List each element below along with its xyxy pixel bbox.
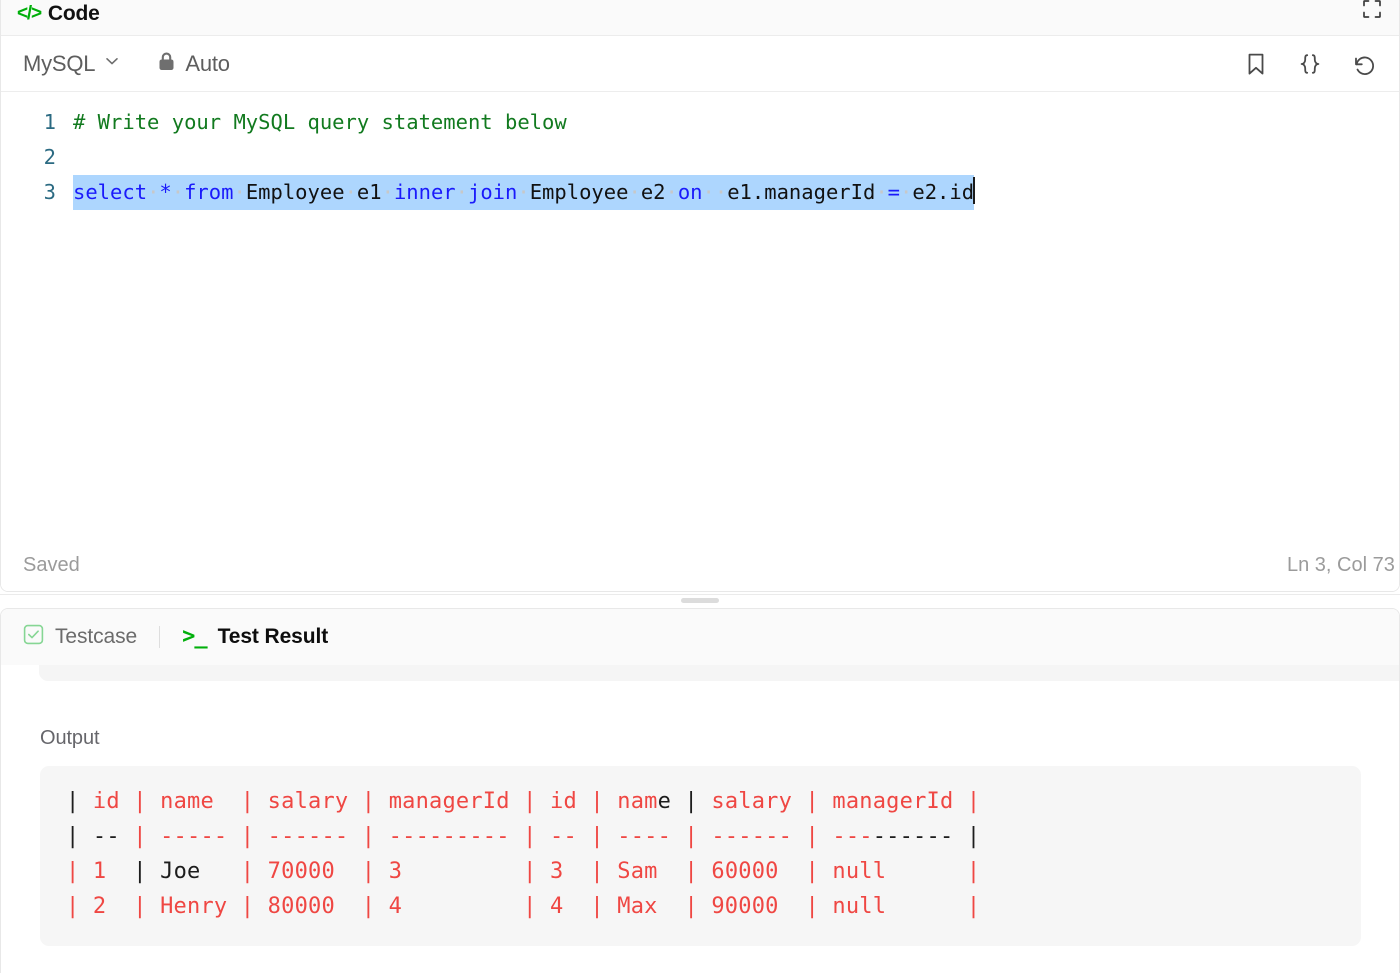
separator-dashes: | ----- | ------ | --------- | -- | ----… (119, 824, 873, 849)
drag-handle[interactable] (681, 597, 719, 603)
space-dot: · (875, 180, 888, 204)
tab-test-result-label: Test Result (217, 625, 329, 648)
space-dot: · (381, 180, 394, 204)
sql-table-employee: Employee (245, 180, 345, 204)
lock-icon (157, 51, 176, 77)
sql-keyword-from: from (184, 180, 234, 204)
output-header-row: | id | name | salary | managerId | id | … (66, 784, 1335, 819)
output-header-text-2 (671, 789, 684, 814)
line-number: 3 (43, 180, 56, 204)
selected-code-text: select·*·from·Employee·e1·inner·join·Emp… (73, 175, 975, 210)
row-2-text: | 2 | Henry | 80000 | 4 | 4 | Max | 9000… (66, 894, 981, 919)
output-header-text: id | name | salary | managerId | id | na… (79, 789, 658, 814)
output-result-card: | id | name | salary | managerId | id | … (40, 766, 1361, 946)
cell-rest: | 70000 | 3 | 3 | Sam | 60000 | null | (240, 859, 981, 884)
check-square-icon (23, 624, 44, 650)
editor-title-group: </> Code (17, 3, 100, 24)
code-brackets-icon: </> (17, 3, 42, 24)
output-header-highlight: e (657, 789, 672, 814)
space-dot: · (233, 180, 246, 204)
sql-column-e2-id: e2.id (912, 180, 975, 204)
tab-test-result[interactable]: >_ Test Result (180, 625, 330, 649)
tab-divider (159, 626, 161, 648)
sql-alias-e2: e2 (640, 180, 666, 204)
output-separator-row: | -- | ----- | ------ | --------- | -- |… (66, 819, 1335, 854)
autocomplete-toggle[interactable]: Auto (157, 50, 230, 77)
space-dot: · (702, 180, 715, 204)
cursor-position-label: Ln 3, Col 73 (1287, 553, 1395, 576)
terminal-prompt-icon: >_ (182, 624, 207, 649)
space-dot: · (665, 180, 678, 204)
code-editor-panel: </> Code MySQL Auto 1 # Write your MySQL… (0, 0, 1400, 592)
pipe: | -- (66, 824, 120, 849)
reset-icon[interactable] (1351, 51, 1377, 77)
scrolled-result-card-stub (39, 665, 1399, 681)
pipe: | (684, 789, 698, 814)
space-dot: · (517, 180, 530, 204)
sql-table-employee-2: Employee (529, 180, 629, 204)
space-dot: · (628, 180, 641, 204)
console-panel: Testcase >_ Test Result Output | id | na… (0, 608, 1400, 973)
sql-keyword-join: join (468, 180, 518, 204)
separator-dashes-dark: ------ | (872, 824, 981, 849)
console-tab-bar: Testcase >_ Test Result (1, 609, 1399, 665)
pipe: | (66, 789, 80, 814)
code-line-content: select·*·from·Employee·e1·inner·join·Emp… (73, 175, 1399, 210)
language-label: MySQL (23, 50, 96, 76)
comment-token: # Write your MySQL query statement below (73, 110, 567, 134)
code-line-3: 3 select·*·from·Employee·e1·inner·join·E… (1, 175, 1399, 210)
space-dot: · (171, 180, 185, 204)
console-content: Output | id | name | salary | managerId … (1, 665, 1399, 973)
cell-id: | 1 (66, 859, 134, 884)
leetcode-editor-app: </> Code MySQL Auto 1 # Write your MySQL… (0, 0, 1400, 973)
panel-resize-divider[interactable] (0, 592, 1400, 608)
sql-keyword-inner: inner (393, 180, 456, 204)
space-dot: · (344, 180, 357, 204)
code-line-content: # Write your MySQL query statement below (73, 105, 1399, 140)
sql-alias-e1: e1 (356, 180, 382, 204)
curly-braces-icon[interactable] (1297, 51, 1323, 77)
page-title: Code (47, 2, 100, 25)
output-data-row-1: | 1 | Joe | 70000 | 3 | 3 | Sam | 60000 … (66, 854, 1335, 889)
editor-status-bar: Saved Ln 3, Col 73 (1, 539, 1399, 591)
output-header-text-3: salary | managerId | (697, 789, 981, 814)
pipe-name: | Joe (133, 859, 241, 884)
language-selector[interactable]: MySQL (21, 49, 123, 79)
tab-testcase[interactable]: Testcase (21, 624, 139, 650)
space-dot: · (714, 180, 728, 204)
space-dot: · (455, 180, 468, 204)
output-data-row-2: | 2 | Henry | 80000 | 4 | 4 | Max | 9000… (66, 889, 1335, 924)
code-line-1: 1 # Write your MySQL query statement bel… (1, 105, 1399, 140)
sql-keyword-select: select (73, 180, 148, 204)
line-number: 2 (43, 145, 56, 169)
sql-star: * (159, 180, 172, 204)
sql-equals: = (887, 180, 901, 204)
space-dot: · (900, 180, 913, 204)
saved-status-label: Saved (23, 553, 80, 576)
editor-title-bar: </> Code (1, 0, 1399, 36)
expand-fullscreen-icon[interactable] (1361, 0, 1383, 20)
line-number: 1 (43, 110, 56, 134)
tab-testcase-label: Testcase (55, 625, 138, 648)
sql-column-e1-managerid: e1.managerId (727, 180, 876, 204)
editor-toolbar: MySQL Auto (1, 36, 1399, 92)
bookmark-icon[interactable] (1243, 51, 1269, 77)
code-line-2: 2 (1, 140, 1399, 175)
space-dot: · (147, 180, 160, 204)
chevron-down-icon (103, 52, 121, 75)
autocomplete-label: Auto (185, 50, 230, 76)
text-cursor (973, 177, 976, 204)
code-editor-surface[interactable]: 1 # Write your MySQL query statement bel… (1, 92, 1399, 539)
editor-action-icons (1243, 51, 1381, 77)
sql-keyword-on: on (677, 180, 703, 204)
